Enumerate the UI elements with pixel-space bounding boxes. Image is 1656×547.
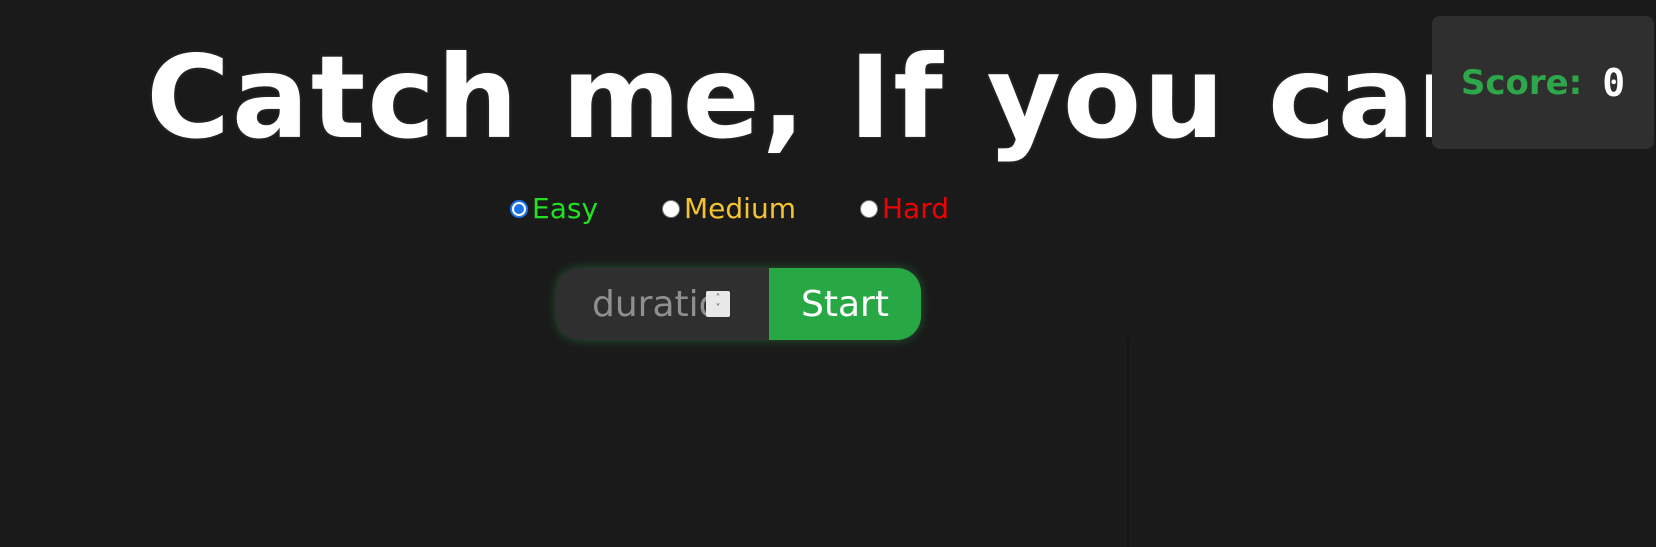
difficulty-selector: Easy Medium Hard: [510, 192, 1013, 225]
game-controls: ˄ ˅ Start: [556, 268, 921, 340]
score-label: Score:: [1460, 62, 1583, 103]
duration-input[interactable]: [592, 274, 712, 334]
score-value: 0: [1602, 60, 1626, 105]
score-panel: Score: 0: [1432, 16, 1654, 149]
difficulty-option-easy[interactable]: Easy: [510, 192, 598, 225]
game-title: Catch me, If you can: [146, 31, 1500, 164]
medium-label: Medium: [684, 192, 796, 225]
hard-radio[interactable]: [859, 199, 878, 218]
medium-radio[interactable]: [662, 199, 681, 218]
easy-label: Easy: [532, 192, 599, 225]
start-button[interactable]: Start: [769, 268, 921, 340]
spinner-down-icon[interactable]: ˅: [716, 304, 721, 314]
difficulty-option-medium[interactable]: Medium: [662, 192, 796, 225]
play-area-divider: [1127, 338, 1129, 547]
duration-spinner[interactable]: ˄ ˅: [706, 291, 730, 317]
hard-label: Hard: [881, 192, 949, 225]
duration-field-wrapper: ˄ ˅: [556, 268, 769, 340]
difficulty-option-hard[interactable]: Hard: [859, 192, 949, 225]
easy-radio[interactable]: [510, 199, 528, 218]
